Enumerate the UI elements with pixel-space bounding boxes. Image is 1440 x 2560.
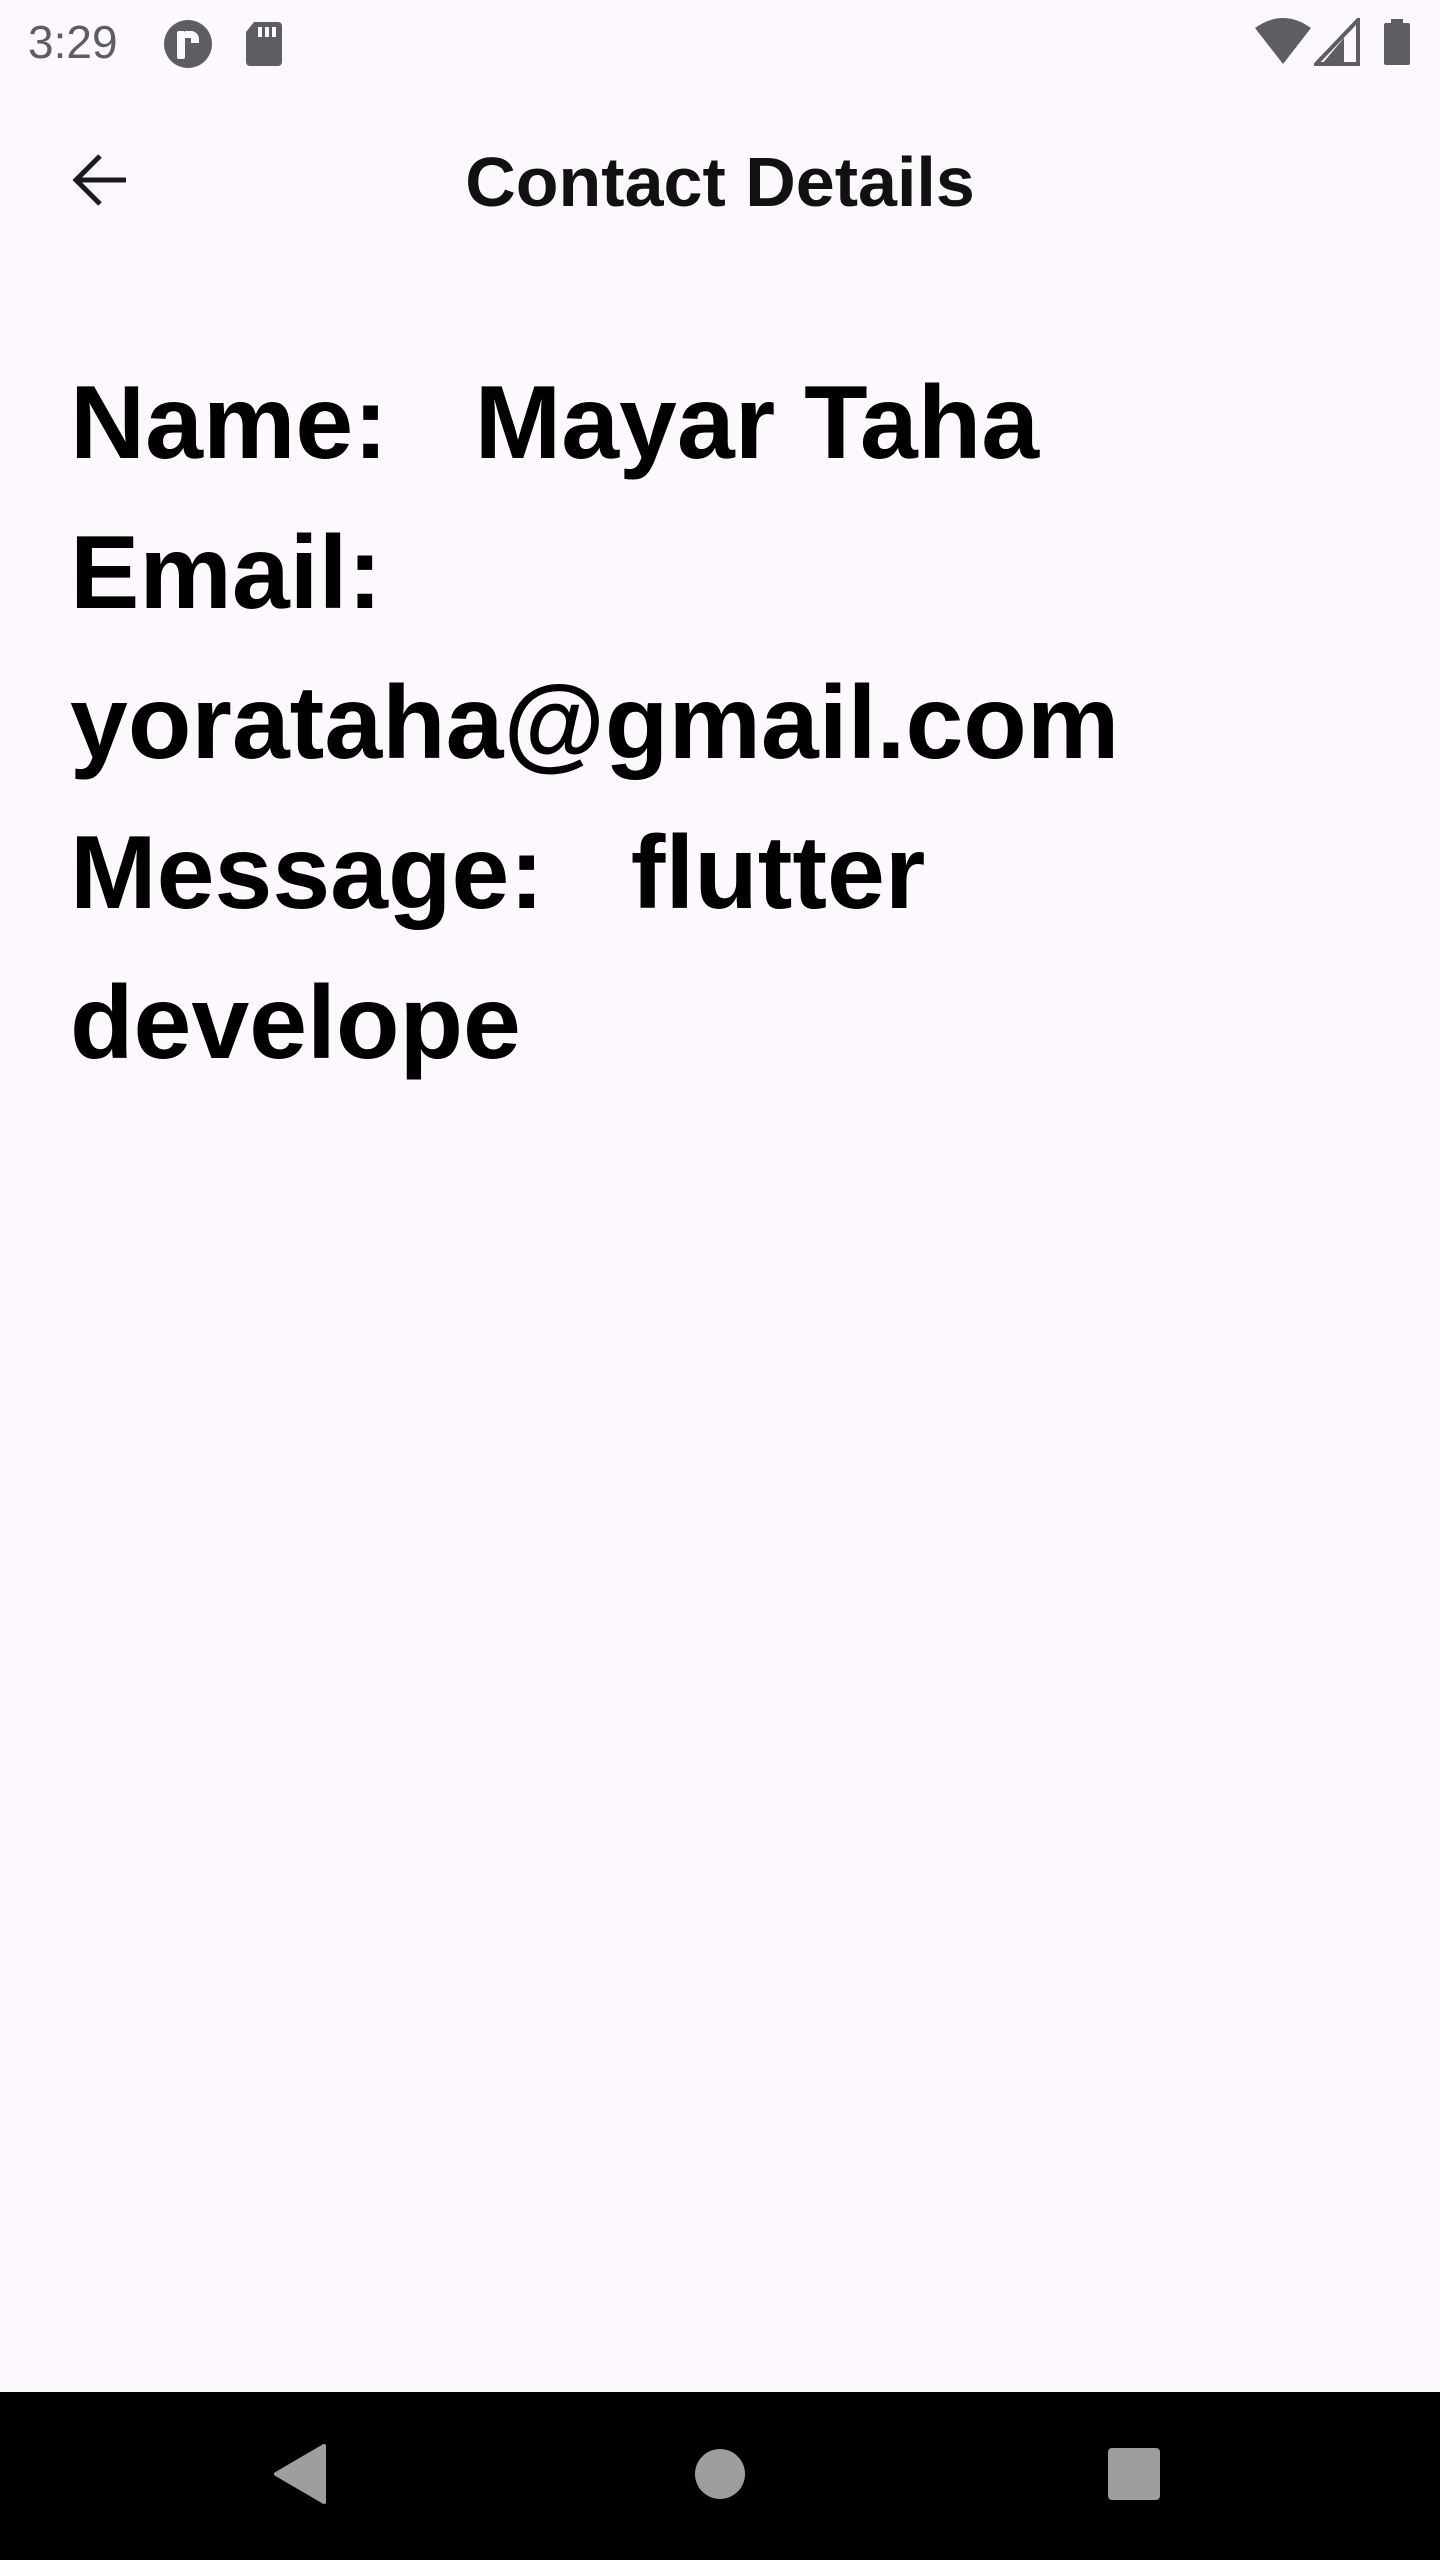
battery-icon — [1382, 18, 1412, 68]
contact-details-screen: 3:29 Contact Details Name: Mayar Taha Em… — [0, 0, 1440, 2560]
sd-card-icon — [244, 18, 284, 70]
message-row: Message: flutter — [70, 798, 1400, 948]
message-value-row: develope — [70, 948, 1400, 1098]
email-row: Email: — [70, 498, 1400, 648]
name-row: Name: Mayar Taha — [70, 348, 1400, 498]
nav-home-button[interactable] — [670, 2426, 770, 2526]
app-notification-icon — [162, 18, 214, 70]
message-label: Message: — [70, 815, 544, 931]
app-bar: Contact Details — [0, 84, 1440, 280]
nav-home-icon — [694, 2448, 746, 2505]
email-value: yorataha@gmail.com — [70, 665, 1120, 781]
email-value-row: yorataha@gmail.com — [70, 648, 1400, 798]
nav-recents-icon — [1107, 2447, 1161, 2506]
status-bar: 3:29 — [0, 0, 1440, 84]
system-navigation-bar — [0, 2392, 1440, 2560]
name-label: Name: — [70, 365, 388, 481]
arrow-back-icon — [68, 148, 132, 217]
wifi-icon — [1254, 18, 1312, 68]
page-title: Contact Details — [465, 143, 975, 221]
name-value: Mayar Taha — [474, 365, 1040, 481]
back-button[interactable] — [44, 126, 156, 238]
nav-back-button[interactable] — [250, 2426, 350, 2526]
nav-recents-button[interactable] — [1084, 2426, 1184, 2526]
status-time: 3:29 — [28, 16, 118, 68]
contact-details-content: Name: Mayar Taha Email: yorataha@gmail.c… — [70, 348, 1400, 1098]
message-value-line2: develope — [70, 965, 521, 1081]
email-label: Email: — [70, 515, 383, 631]
message-value-line1: flutter — [630, 815, 926, 931]
cell-signal-icon — [1311, 15, 1360, 68]
nav-back-icon — [270, 2442, 330, 2511]
